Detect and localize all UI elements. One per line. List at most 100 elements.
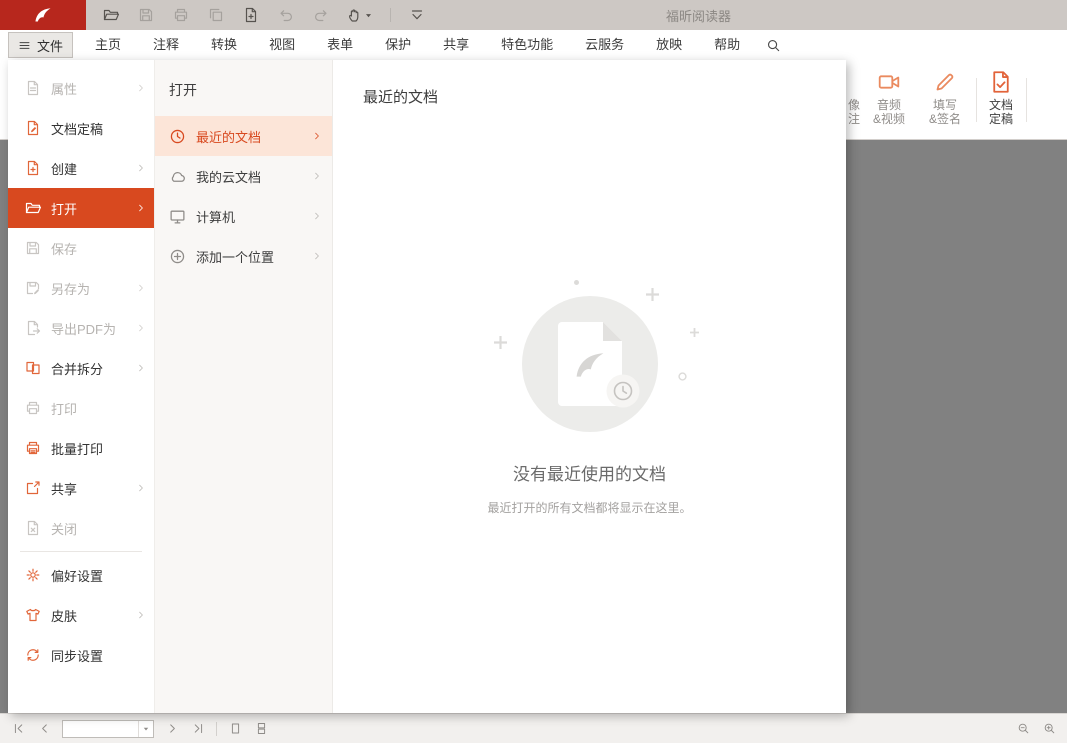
document-plus-icon xyxy=(25,160,41,176)
file-menu-item-close[interactable]: 关闭 xyxy=(8,508,154,548)
hamburger-icon xyxy=(18,39,31,52)
ribbon-button-fill-sign[interactable]: 填写 &签名 xyxy=(918,70,972,132)
zoom-in-button[interactable] xyxy=(1041,721,1057,737)
tab-share[interactable]: 共享 xyxy=(427,30,485,60)
open-file-button[interactable] xyxy=(102,6,120,24)
cloud-icon xyxy=(169,168,186,185)
tab-home[interactable]: 主页 xyxy=(79,30,137,60)
page-number-input[interactable] xyxy=(63,721,138,737)
menu-item-label: 打印 xyxy=(51,399,146,418)
menu-search-button[interactable] xyxy=(760,38,786,53)
page-number-dropdown[interactable] xyxy=(138,721,153,737)
chevron-right-icon xyxy=(312,211,322,221)
first-page-button[interactable] xyxy=(10,721,26,737)
file-menu-item-save[interactable]: 保存 xyxy=(8,228,154,268)
ribbon-label: 音频 xyxy=(877,98,901,112)
new-document-button[interactable] xyxy=(242,6,260,24)
menu-item-label: 打开 xyxy=(51,199,126,218)
ribbon-label: 文档 xyxy=(989,98,1013,112)
ribbon-button-audio-video[interactable]: 音频 &视频 xyxy=(860,70,918,132)
zoom-in-icon xyxy=(1043,722,1056,735)
tab-help[interactable]: 帮助 xyxy=(698,30,756,60)
ribbon-label: &视频 xyxy=(873,112,905,126)
customize-toolbar-button[interactable] xyxy=(408,6,426,24)
file-menu-item-save-as[interactable]: 另存为 xyxy=(8,268,154,308)
statusbar xyxy=(0,713,1067,743)
file-menu-item-export-pdf[interactable]: 导出PDF为 xyxy=(8,308,154,348)
app-logo[interactable] xyxy=(0,0,86,30)
share-icon xyxy=(25,480,41,496)
file-menu-item-preferences[interactable]: 偏好设置 xyxy=(8,555,154,595)
single-page-view-button[interactable] xyxy=(227,721,243,737)
open-item-computer[interactable]: 计算机 xyxy=(155,196,332,236)
open-item-cloud-documents[interactable]: 我的云文档 xyxy=(155,156,332,196)
tshirt-icon xyxy=(25,607,41,623)
file-menu-item-sync-settings[interactable]: 同步设置 xyxy=(8,635,154,675)
file-menu-item-print[interactable]: 打印 xyxy=(8,388,154,428)
recent-documents-panel: 最近的文档 xyxy=(333,60,846,713)
tab-convert[interactable]: 转换 xyxy=(195,30,253,60)
plus-circle-icon xyxy=(169,248,186,265)
last-page-icon xyxy=(192,722,205,735)
open-item-label: 最近的文档 xyxy=(196,127,302,146)
redo-button[interactable] xyxy=(312,6,330,24)
menu-item-label: 偏好设置 xyxy=(51,566,146,585)
open-item-add-location[interactable]: 添加一个位置 xyxy=(155,236,332,276)
previous-page-button[interactable] xyxy=(36,721,52,737)
toolbar-divider xyxy=(390,8,391,22)
properties-icon xyxy=(25,80,41,96)
next-page-icon xyxy=(166,722,179,735)
titlebar: 福昕阅读器 xyxy=(0,0,1067,30)
ribbon-button-doc-finalize[interactable]: 文档 定稿 xyxy=(978,70,1024,132)
open-item-recent-documents[interactable]: 最近的文档 xyxy=(155,116,332,156)
save-button-quick[interactable] xyxy=(137,6,155,24)
file-menu-item-create[interactable]: 创建 xyxy=(8,148,154,188)
chevron-right-icon xyxy=(136,610,146,620)
chevron-right-icon xyxy=(312,251,322,261)
menu-item-label: 合并拆分 xyxy=(51,359,126,378)
export-icon xyxy=(25,320,41,336)
ribbon-label: 定稿 xyxy=(989,112,1013,126)
ribbon-label: &签名 xyxy=(929,112,961,126)
file-menu-item-open[interactable]: 打开 xyxy=(8,188,154,228)
tab-special-features[interactable]: 特色功能 xyxy=(485,30,569,60)
chevron-right-icon xyxy=(136,323,146,333)
tab-comment[interactable]: 注释 xyxy=(137,30,195,60)
search-icon xyxy=(766,38,781,53)
tab-cloud-service[interactable]: 云服务 xyxy=(569,30,640,60)
zoom-out-icon xyxy=(1017,722,1030,735)
quick-access-toolbar xyxy=(102,6,426,24)
file-menu-item-share[interactable]: 共享 xyxy=(8,468,154,508)
statusbar-right-group xyxy=(1015,721,1057,737)
menubar: 文件 主页 注释 转换 视图 表单 保护 共享 特色功能 云服务 放映 帮助 xyxy=(0,30,1067,60)
tab-form[interactable]: 表单 xyxy=(311,30,369,60)
file-menu-item-batch-print[interactable]: 批量打印 xyxy=(8,428,154,468)
undo-button[interactable] xyxy=(277,6,295,24)
redo-icon xyxy=(313,7,329,23)
last-page-button[interactable] xyxy=(190,721,206,737)
file-menu-item-doc-finalize[interactable]: 文档定稿 xyxy=(8,108,154,148)
file-menu-button[interactable]: 文件 xyxy=(8,32,73,58)
next-page-button[interactable] xyxy=(164,721,180,737)
tab-view[interactable]: 视图 xyxy=(253,30,311,60)
batch-print-icon xyxy=(25,440,41,456)
document-pen-icon xyxy=(25,120,41,136)
tab-slideshow[interactable]: 放映 xyxy=(640,30,698,60)
menu-item-label: 导出PDF为 xyxy=(51,319,126,338)
zoom-out-button[interactable] xyxy=(1015,721,1031,737)
chevron-right-icon xyxy=(136,83,146,93)
new-document-icon xyxy=(243,7,259,23)
copy-button[interactable] xyxy=(207,6,225,24)
print-button-quick[interactable] xyxy=(172,6,190,24)
file-menu-item-merge-split[interactable]: 合并拆分 xyxy=(8,348,154,388)
chevron-right-icon xyxy=(136,483,146,493)
hand-tool-caret-icon xyxy=(364,11,373,20)
file-menu-item-properties[interactable]: 属性 xyxy=(8,68,154,108)
continuous-view-button[interactable] xyxy=(253,721,269,737)
hand-tool-button[interactable] xyxy=(347,7,373,23)
file-menu-sidebar: 属性 文档定稿 创建 打开 保存 另存为 导出PDF为 xyxy=(8,60,155,713)
file-menu-item-skin[interactable]: 皮肤 xyxy=(8,595,154,635)
tab-protect[interactable]: 保护 xyxy=(369,30,427,60)
menu-item-label: 关闭 xyxy=(51,519,146,538)
file-menu-panel: 属性 文档定稿 创建 打开 保存 另存为 导出PDF为 xyxy=(8,60,846,713)
